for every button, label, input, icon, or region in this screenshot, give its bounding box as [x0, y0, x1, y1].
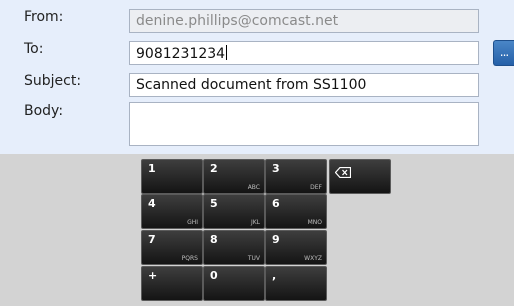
- key-3[interactable]: 3 DEF: [265, 159, 327, 194]
- body-field[interactable]: [129, 102, 479, 146]
- from-label: From:: [24, 9, 64, 25]
- key-plus[interactable]: +: [141, 266, 203, 301]
- keypad: 1 2 ABC 3 DEF 4 GHI 5 JKL 6 MNO 7 PQRS 8: [0, 154, 514, 306]
- key-number: 9: [272, 233, 280, 246]
- key-2[interactable]: 2 ABC: [203, 159, 265, 194]
- key-letters: PQRS: [181, 255, 198, 262]
- key-letters: JKL: [250, 219, 260, 226]
- key-number: 5: [210, 197, 218, 210]
- key-number: +: [148, 269, 158, 282]
- from-field: denine.phillips@comcast.net: [129, 9, 479, 33]
- key-letters: WXYZ: [304, 255, 322, 262]
- key-letters: DEF: [310, 184, 322, 191]
- key-4[interactable]: 4 GHI: [141, 194, 203, 229]
- key-number: ,: [272, 269, 277, 282]
- key-letters: GHI: [187, 219, 198, 226]
- text-caret: [226, 45, 228, 60]
- to-label: To:: [24, 41, 44, 57]
- key-letters: ABC: [247, 184, 260, 191]
- key-6[interactable]: 6 MNO: [265, 194, 327, 229]
- key-comma[interactable]: ,: [265, 266, 327, 301]
- key-8[interactable]: 8 TUV: [203, 230, 265, 265]
- backspace-icon: [334, 163, 352, 182]
- key-letters: TUV: [247, 255, 260, 262]
- key-0[interactable]: 0: [203, 266, 265, 301]
- key-number: 3: [272, 162, 280, 175]
- key-7[interactable]: 7 PQRS: [141, 230, 203, 265]
- key-letters: MNO: [307, 219, 322, 226]
- key-9[interactable]: 9 WXYZ: [265, 230, 327, 265]
- key-number: 2: [210, 162, 218, 175]
- key-1[interactable]: 1: [141, 159, 203, 194]
- key-number: 8: [210, 233, 218, 246]
- key-5[interactable]: 5 JKL: [203, 194, 265, 229]
- key-number: 0: [210, 269, 218, 282]
- to-field[interactable]: 9081231234: [129, 41, 479, 65]
- key-number: 7: [148, 233, 156, 246]
- to-field-value: 9081231234: [136, 46, 226, 62]
- key-number: 1: [148, 162, 156, 175]
- email-form: From: denine.phillips@comcast.net To: 90…: [0, 0, 514, 154]
- key-number: 6: [272, 197, 280, 210]
- body-label: Body:: [24, 103, 64, 119]
- backspace-key[interactable]: [329, 159, 391, 194]
- key-number: 4: [148, 197, 156, 210]
- subject-label: Subject:: [24, 73, 82, 89]
- subject-field[interactable]: Scanned document from SS1100: [129, 73, 479, 97]
- contacts-button[interactable]: ...: [493, 40, 514, 66]
